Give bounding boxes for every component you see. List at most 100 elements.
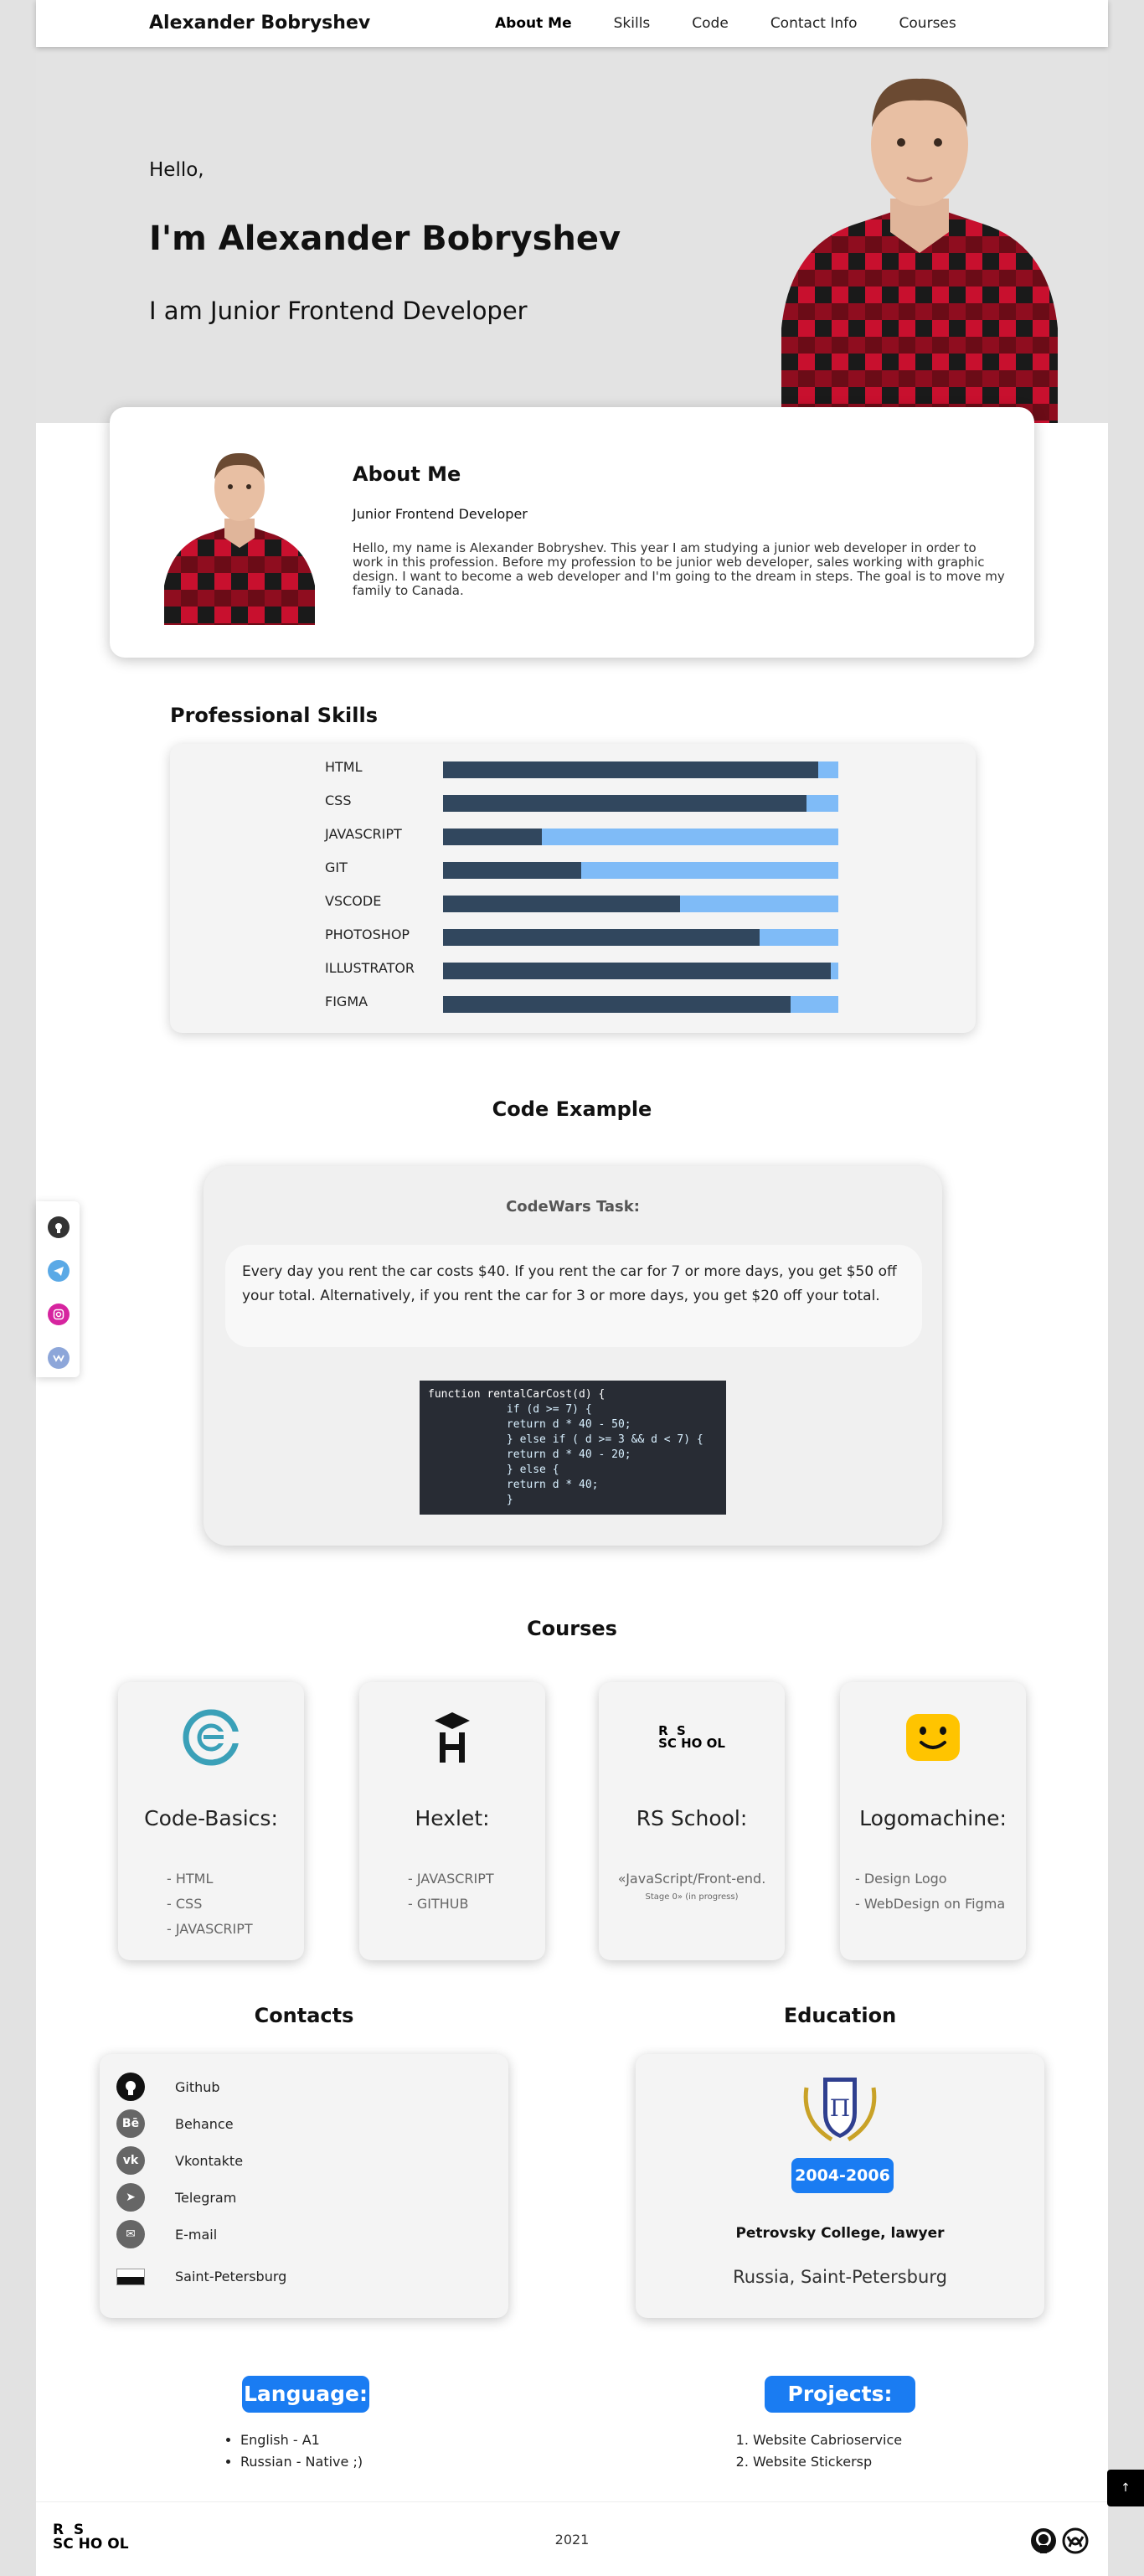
- footer-divider: [36, 2501, 1108, 2502]
- skill-label: ILLUSTRATOR: [325, 960, 415, 976]
- skill-bar-fill: [443, 963, 831, 979]
- contact-telegram[interactable]: ➤ Telegram: [100, 2183, 508, 2213]
- skill-label: CSS: [325, 792, 352, 808]
- skill-row: PHOTOSHOP: [170, 927, 976, 947]
- course-topics: - Design Logo - WebDesign on Figma: [840, 1866, 1026, 1917]
- education-college: Petrovsky College, lawyer: [735, 2225, 945, 2242]
- contact-email[interactable]: ✉ E-mail: [100, 2220, 508, 2250]
- contact-label: Vkontakte: [175, 2153, 244, 2169]
- code-line: if (d >= 7) {: [428, 1403, 592, 1416]
- skill-bar-track: [443, 896, 838, 912]
- skill-label: GIT: [325, 860, 348, 875]
- nav-contact-info[interactable]: Contact Info: [770, 15, 858, 32]
- skill-row: FIGMA: [170, 994, 976, 1014]
- code-line: function rentalCarCost(d) {: [428, 1388, 605, 1401]
- skill-bar-track: [443, 996, 838, 1013]
- course-topic: - HTML: [167, 1871, 214, 1887]
- course-name: Hexlet:: [415, 1806, 490, 1830]
- course-topic: - GITHUB: [408, 1896, 469, 1912]
- project-link[interactable]: Website Cabrioservice: [753, 2429, 902, 2451]
- skills-card: HTML CSS JAVASCRIPT GIT VSCODE PHOTOSHOP ILLUS…: [170, 744, 976, 1033]
- skills-title: Professional Skills: [170, 704, 378, 727]
- telegram-icon[interactable]: [48, 1260, 70, 1282]
- site-header: Alexander Bobryshev About Me Skills Code…: [36, 0, 1108, 47]
- telegram-icon: ➤: [116, 2183, 145, 2212]
- code-line: return d * 40;: [428, 1479, 599, 1491]
- course-name: RS School:: [636, 1806, 748, 1830]
- footer-year: 2021: [554, 2532, 590, 2548]
- about-photo: [164, 452, 315, 625]
- github-icon[interactable]: [48, 1216, 70, 1238]
- college-crest-icon: П: [803, 2078, 877, 2142]
- education-title: Education: [783, 2004, 897, 2027]
- course-card-code-basics[interactable]: Code-Basics: - HTML - CSS - JAVASCRIPT: [118, 1682, 304, 1960]
- skill-bar-fill: [443, 829, 542, 845]
- courses-title: Courses: [527, 1617, 617, 1640]
- vk-icon[interactable]: [48, 1347, 70, 1369]
- skill-bar-fill: [443, 795, 807, 812]
- language-title: Language:: [242, 2376, 369, 2413]
- course-card-rs-school[interactable]: R S SC HO OL RS School: «JavaScript/Fron…: [599, 1682, 785, 1960]
- about-subtitle: Junior Frontend Developer: [353, 506, 528, 522]
- skill-bar-fill: [443, 862, 582, 879]
- skill-bar-track: [443, 929, 838, 946]
- code-line: } else if ( d >= 3 && d < 7) {: [428, 1433, 703, 1446]
- course-topics: - HTML - CSS - JAVASCRIPT: [118, 1866, 304, 1942]
- footer-github-icon[interactable]: [1029, 2527, 1058, 2555]
- contact-vkontakte[interactable]: vk Vkontakte: [100, 2146, 508, 2176]
- flag-icon: [116, 2269, 145, 2285]
- course-name: Logomachine:: [859, 1806, 1007, 1830]
- hero-section: Hello, I'm Alexander Bobryshev I am Juni…: [36, 0, 1108, 423]
- code-line: return d * 40 - 20;: [428, 1448, 631, 1461]
- crest-letter: П: [830, 2094, 850, 2122]
- skill-label: FIGMA: [325, 994, 368, 1009]
- projects-list: Website Cabrioservice Website Stickersp: [753, 2429, 902, 2473]
- course-topic: - JAVASCRIPT: [408, 1871, 494, 1887]
- skill-row: JAVASCRIPT: [170, 826, 976, 846]
- code-card: CodeWars Task: Every day you rent the ca…: [204, 1166, 942, 1546]
- contact-label: Github: [175, 2079, 220, 2095]
- contact-label: Telegram: [175, 2190, 237, 2206]
- skill-label: VSCODE: [325, 893, 382, 909]
- skill-bar-fill: [443, 896, 681, 912]
- contact-behance[interactable]: Bē Behance: [100, 2109, 508, 2140]
- logomachine-logo-icon: [840, 1704, 1026, 1771]
- about-text: Hello, my name is Alexander Bobryshev. T…: [353, 540, 1005, 598]
- hexlet-logo-icon: [359, 1704, 545, 1771]
- course-topic: - CSS: [167, 1896, 203, 1912]
- code-line: }: [428, 1494, 513, 1506]
- skill-bar-track: [443, 963, 838, 979]
- footer-codewars-icon[interactable]: [1061, 2527, 1090, 2555]
- contact-location: Saint-Petersburg: [100, 2262, 508, 2292]
- language-item: English - A1: [240, 2429, 363, 2451]
- skill-bar-track: [443, 862, 838, 879]
- skill-label: JAVASCRIPT: [325, 826, 402, 842]
- hero-role: I am Junior Frontend Developer: [149, 297, 528, 325]
- contact-github[interactable]: Github: [100, 2073, 508, 2103]
- course-card-logomachine[interactable]: Logomachine: - Design Logo - WebDesign o…: [840, 1682, 1026, 1960]
- education-card: П 2004-2006 Petrovsky College, lawyer Ru…: [636, 2054, 1044, 2318]
- skill-row: HTML: [170, 759, 976, 779]
- brand-name[interactable]: Alexander Bobryshev: [149, 13, 370, 34]
- instagram-icon[interactable]: [48, 1303, 70, 1325]
- code-line: return d * 40 - 50;: [428, 1418, 631, 1431]
- rs-school-logo-icon: R S SC HO OL: [658, 1723, 725, 1751]
- nav-about-me[interactable]: About Me: [495, 15, 572, 32]
- code-title: Code Example: [492, 1097, 652, 1121]
- skill-bar-fill: [443, 761, 819, 778]
- scroll-top-button[interactable]: ↑: [1107, 2470, 1144, 2506]
- contact-label: Behance: [175, 2116, 234, 2132]
- nav-skills[interactable]: Skills: [614, 15, 651, 32]
- project-link[interactable]: Website Stickersp: [753, 2451, 902, 2473]
- skill-bar-track: [443, 829, 838, 845]
- nav-courses[interactable]: Courses: [899, 15, 956, 32]
- skill-label: HTML: [325, 759, 363, 775]
- course-card-hexlet[interactable]: Hexlet: - JAVASCRIPT - GITHUB: [359, 1682, 545, 1960]
- hero-name: I'm Alexander Bobryshev: [149, 219, 621, 258]
- nav-code[interactable]: Code: [692, 15, 729, 32]
- about-title: About Me: [353, 462, 461, 486]
- code-task-description: Every day you rent the car costs $40. If…: [225, 1245, 922, 1347]
- skill-label: PHOTOSHOP: [325, 927, 410, 942]
- skill-bar-track: [443, 761, 838, 778]
- projects-title: Projects:: [765, 2376, 915, 2413]
